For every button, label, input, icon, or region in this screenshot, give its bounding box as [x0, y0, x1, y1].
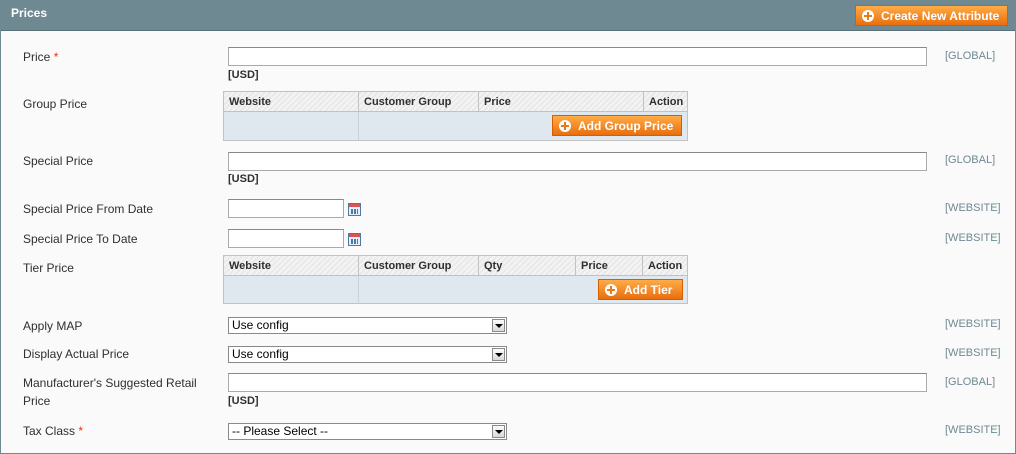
- msrp-label-line2: Price: [23, 394, 51, 408]
- tier-price-label: Tier Price: [23, 261, 74, 275]
- display-actual-price-selected: Use config: [232, 347, 289, 361]
- add-group-price-button[interactable]: Add Group Price: [552, 115, 682, 136]
- add-group-price-label: Add Group Price: [578, 118, 674, 133]
- special-to-label: Special Price To Date: [23, 232, 138, 246]
- column-header-action: Action: [649, 96, 684, 108]
- create-new-attribute-label: Create New Attribute: [881, 8, 1000, 23]
- required-mark: *: [53, 50, 59, 64]
- tax-class-select[interactable]: -- Please Select --: [228, 423, 507, 440]
- group-price-grid-header: Website Customer Group Price Action: [224, 92, 687, 112]
- tier-price-grid: Website Customer Group Qty Price Action …: [223, 255, 688, 304]
- special-price-scope: [GLOBAL]: [945, 154, 996, 166]
- special-from-label: Special Price From Date: [23, 202, 154, 216]
- column-header-customer-group: Customer Group: [359, 256, 479, 276]
- tax-class-scope: [WEBSITE]: [945, 424, 1001, 436]
- panel-header: Prices Create New Attribute: [1, 1, 1015, 31]
- apply-map-selected: Use config: [232, 318, 289, 332]
- add-tier-label: Add Tier: [624, 282, 673, 297]
- display-actual-price-label: Display Actual Price: [23, 347, 130, 361]
- special-price-input[interactable]: [228, 152, 927, 171]
- tax-class-selected: -- Please Select --: [232, 424, 329, 438]
- special-to-scope: [WEBSITE]: [945, 232, 1001, 244]
- msrp-input[interactable]: [228, 373, 927, 392]
- column-header-price: Price: [576, 256, 643, 276]
- display-actual-price-scope: [WEBSITE]: [945, 347, 1001, 359]
- msrp-label-line1: Manufacturer's Suggested Retail: [23, 376, 197, 390]
- apply-map-select[interactable]: Use config: [228, 317, 507, 334]
- required-mark: *: [78, 424, 84, 438]
- price-scope: [GLOBAL]: [945, 50, 996, 62]
- tax-class-label-text: Tax Class: [23, 424, 76, 438]
- group-price-grid: Website Customer Group Price Action Add …: [223, 91, 688, 141]
- special-from-scope: [WEBSITE]: [945, 202, 1001, 214]
- apply-map-scope: [WEBSITE]: [945, 318, 1001, 330]
- plus-icon: [605, 283, 617, 296]
- calendar-icon[interactable]: [348, 203, 361, 216]
- calendar-icon[interactable]: [348, 233, 361, 246]
- special-from-date-input[interactable]: [228, 199, 344, 218]
- plus-icon: [559, 119, 571, 132]
- column-header-website: Website: [224, 92, 359, 112]
- apply-map-label: Apply MAP: [23, 319, 83, 333]
- msrp-scope: [GLOBAL]: [945, 376, 996, 388]
- create-new-attribute-button[interactable]: Create New Attribute: [855, 5, 1008, 26]
- panel-title: Prices: [11, 6, 48, 20]
- chevron-down-icon: [492, 348, 505, 361]
- special-price-label: Special Price: [23, 154, 94, 168]
- group-price-label: Group Price: [23, 97, 88, 111]
- msrp-unit: [USD]: [228, 395, 259, 407]
- chevron-down-icon: [492, 425, 505, 438]
- tax-class-label: Tax Class *: [23, 422, 83, 440]
- special-price-unit: [USD]: [228, 173, 259, 185]
- price-unit: [USD]: [228, 69, 259, 81]
- column-header-website: Website: [224, 256, 359, 276]
- column-header-action: Action: [648, 260, 683, 272]
- special-to-date-input[interactable]: [228, 229, 344, 248]
- chevron-down-icon: [492, 319, 505, 332]
- column-header-qty: Qty: [479, 256, 576, 276]
- add-tier-button[interactable]: Add Tier: [598, 279, 683, 300]
- tier-price-grid-header: Website Customer Group Qty Price Action: [224, 256, 687, 276]
- display-actual-price-select[interactable]: Use config: [228, 346, 507, 363]
- price-input[interactable]: [228, 47, 927, 66]
- plus-icon: [862, 9, 874, 22]
- prices-panel: Prices Create New Attribute Price * [USD…: [0, 0, 1016, 454]
- column-header-customer-group: Customer Group: [359, 92, 479, 112]
- price-label-text: Price: [23, 50, 51, 64]
- price-label: Price *: [23, 48, 58, 66]
- column-header-price: Price: [479, 92, 644, 112]
